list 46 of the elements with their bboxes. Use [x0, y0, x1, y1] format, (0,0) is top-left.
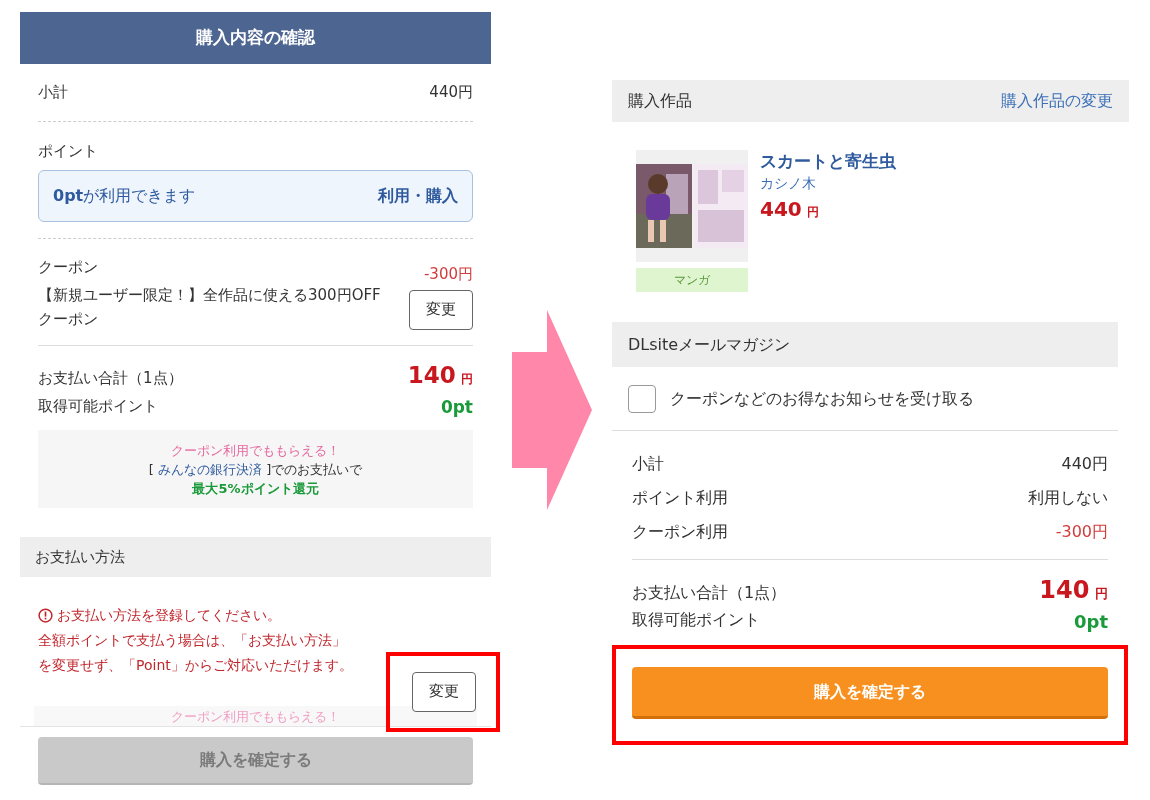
summary-label: 小計	[632, 453, 664, 475]
points-available: 0ptが利用できます	[53, 185, 196, 208]
newsletter-label: クーポンなどのお得なお知らせを受け取る	[670, 387, 974, 410]
change-button[interactable]: 変更	[409, 289, 473, 330]
warning-text: を変更せず、「Point」からご対応いただけます。	[38, 655, 353, 675]
product-price: 440 円	[760, 196, 821, 223]
total-value: 140 円	[407, 361, 473, 391]
warning-text: 全額ポイントで支払う場合は、「お支払い方法」	[38, 630, 346, 650]
total-value: 140 円	[1039, 575, 1108, 606]
coupon-description: 【新規ユーザー限定！】全作品に使える300円OFFクーポン	[38, 285, 382, 331]
earn-label: 取得可能ポイント	[38, 395, 158, 417]
arrow-icon	[511, 310, 592, 510]
total-label: お支払い合計（1点）	[632, 582, 787, 604]
section-header: DLsiteメールマガジン	[612, 322, 1118, 367]
summary-value: -300円	[1055, 521, 1108, 543]
newsletter-checkbox[interactable]	[628, 384, 656, 413]
points-panel[interactable]: 0ptが利用できます 利用・購入	[38, 170, 473, 223]
coupon-label: クーポン	[38, 257, 99, 279]
summary-value: 利用しない	[1028, 487, 1108, 509]
promo-headline: クーポン利用でももらえる！	[171, 441, 340, 460]
category-tag: マンガ	[636, 268, 748, 292]
points-label: ポイント	[38, 140, 99, 162]
summary-label: クーポン利用	[632, 521, 728, 543]
earn-value: 0pt	[440, 395, 473, 419]
author-link[interactable]: カシノ木	[760, 172, 896, 194]
change-button[interactable]: 変更	[412, 671, 476, 712]
page-header: 購入内容の確認	[20, 12, 491, 64]
subtotal-value: 440円	[429, 81, 473, 103]
section-header: 購入作品	[628, 90, 692, 112]
points-action: 利用・購入	[378, 185, 458, 208]
bank-link[interactable]: みんなの銀行決済	[158, 461, 262, 477]
alert-icon	[38, 607, 53, 623]
warning-text: お支払い方法を登録してください。	[57, 605, 281, 625]
coupon-amount: -300円	[423, 264, 473, 286]
subtotal-label: 小計	[38, 81, 68, 103]
section-header: お支払い方法	[20, 537, 491, 577]
summary-value: 440円	[1061, 453, 1108, 475]
change-products-link[interactable]: 購入作品の変更	[1001, 89, 1113, 113]
promo-headline: クーポン利用でももらえる！	[171, 707, 340, 726]
product-title[interactable]: スカートと寄生虫	[760, 150, 896, 172]
promo-highlight: 最大5%ポイント還元	[192, 479, 319, 498]
total-label: お支払い合計（1点）	[38, 368, 183, 390]
earn-label: 取得可能ポイント	[632, 609, 760, 631]
promo-text: [ みんなの銀行決済 ]でのお支払いで	[148, 460, 363, 479]
earn-value: 0pt	[1074, 610, 1108, 634]
summary-label: ポイント利用	[632, 487, 728, 509]
